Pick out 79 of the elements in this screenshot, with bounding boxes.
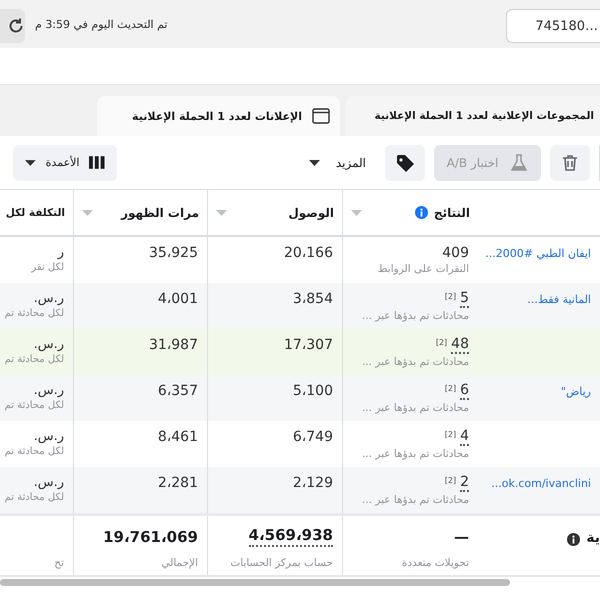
more-dropdown[interactable]: المزيد — [298, 144, 376, 180]
column-header[interactable]: الوصول — [288, 206, 334, 220]
account-dropdown[interactable]: …745180 — [506, 9, 600, 43]
cost-label: لكل محادثة تم — [4, 446, 64, 457]
column-header[interactable]: مرات الظهور — [121, 206, 199, 220]
column-header[interactable]: التكلفة لكل — [6, 206, 65, 218]
reach-value: 20،166 — [282, 245, 333, 261]
total-reach-label: حساب بمركز الحسابات — [229, 557, 333, 569]
column-header[interactable]: النتائج — [434, 206, 470, 220]
impressions-value: 2،281 — [156, 475, 198, 491]
columns-icon — [89, 156, 105, 169]
ad-name-link[interactable]: ...ok.com/ivanclini — [491, 477, 591, 490]
refresh-button[interactable] — [0, 9, 25, 43]
cost-value: ر.س. — [32, 429, 64, 444]
reach-value: 17،307 — [282, 337, 333, 353]
results-label: محادثات تم بدؤها عبر ... — [360, 448, 469, 460]
sort-caret-icon — [351, 210, 362, 216]
caret-icon — [25, 160, 36, 166]
impressions-value: 6،357 — [156, 383, 198, 399]
reach-value: 5،100 — [292, 383, 333, 399]
cost-label: لكل محادثة تم — [4, 492, 64, 503]
tag-icon — [396, 154, 414, 172]
caret-icon — [308, 160, 320, 166]
columns-button[interactable]: الأعمدة — [13, 144, 117, 180]
sort-caret-icon — [82, 210, 93, 216]
total-reach-value: 4،569،938 — [248, 528, 333, 547]
cost-label: لكل محادثة تم — [4, 400, 64, 411]
flask-icon — [510, 154, 528, 171]
ad-name-link[interactable]: رياض" — [560, 385, 591, 398]
cost-value: ر.س. — [32, 475, 64, 490]
total-cost-label: تح — [53, 557, 64, 569]
impressions-value: 8،461 — [156, 429, 198, 445]
footnote-mark: [2] — [444, 384, 456, 393]
sort-caret-icon — [216, 210, 227, 216]
results-value: 6 — [460, 383, 469, 400]
results-label: محادثات تم بدؤها عبر ... — [360, 310, 469, 322]
results-label: محادثات تم بدؤها عبر ... — [360, 402, 469, 414]
ad-name-link[interactable]: المانية فقط... — [527, 293, 591, 306]
footnote-mark: [2] — [444, 476, 456, 485]
results-value: 48 — [451, 337, 469, 354]
scrollbar-thumb[interactable] — [0, 579, 510, 586]
total-results-value: — — [454, 528, 469, 547]
results-value: 4 — [460, 429, 469, 446]
cost-label: لكل محادثة تم — [4, 308, 64, 319]
totals-label: ية — [586, 530, 600, 546]
cost-value: ر.س. — [32, 383, 64, 398]
tag-button[interactable] — [385, 144, 425, 180]
results-label: محادثات تم بدؤها عبر ... — [360, 494, 469, 506]
cost-value: ر — [56, 245, 64, 260]
footnote-mark: [2] — [444, 292, 456, 301]
cost-value: ر.س. — [32, 291, 64, 306]
results-label: النقرات على الروابط — [376, 263, 469, 275]
info-icon — [567, 533, 580, 546]
reach-value: 2،129 — [292, 475, 333, 491]
ad-name-link[interactable]: ايفان الطبي #2000... — [485, 247, 591, 260]
total-results-label: تحويلات متعددة — [400, 557, 469, 569]
tab[interactable]: المجموعات الإعلانية لعدد 1 الحملة الإعلانية — [346, 96, 600, 136]
delete-button[interactable] — [550, 144, 590, 180]
reach-value: 3،854 — [292, 291, 333, 307]
cost-label: لكل محادثة تم — [4, 354, 64, 365]
cost-value: ر.س. — [32, 337, 64, 352]
footnote-mark: [2] — [444, 430, 456, 439]
total-impressions-value: 19،761،069 — [103, 528, 198, 547]
window-icon — [312, 108, 330, 124]
impressions-value: 35،925 — [148, 245, 198, 261]
refresh-icon — [7, 17, 25, 35]
trash-icon — [561, 154, 579, 172]
reach-value: 6،749 — [292, 429, 333, 445]
total-impressions-label: الإجمالي — [160, 557, 198, 569]
impressions-value: 31،987 — [148, 337, 198, 353]
footnote-mark: [2] — [436, 338, 448, 347]
cost-label: لكل نقر — [30, 262, 64, 273]
results-value: 409 — [442, 245, 469, 261]
tab[interactable]: الإعلانات لعدد 1 الحملة الإعلانية — [97, 96, 340, 136]
results-value: 5 — [460, 291, 469, 308]
results-label: محادثات تم بدؤها عبر ... — [360, 356, 469, 368]
results-value: 2 — [460, 475, 469, 492]
last-updated-text: تم التحديث اليوم في 3:59 م — [35, 18, 168, 30]
impressions-value: 4،001 — [156, 291, 198, 307]
